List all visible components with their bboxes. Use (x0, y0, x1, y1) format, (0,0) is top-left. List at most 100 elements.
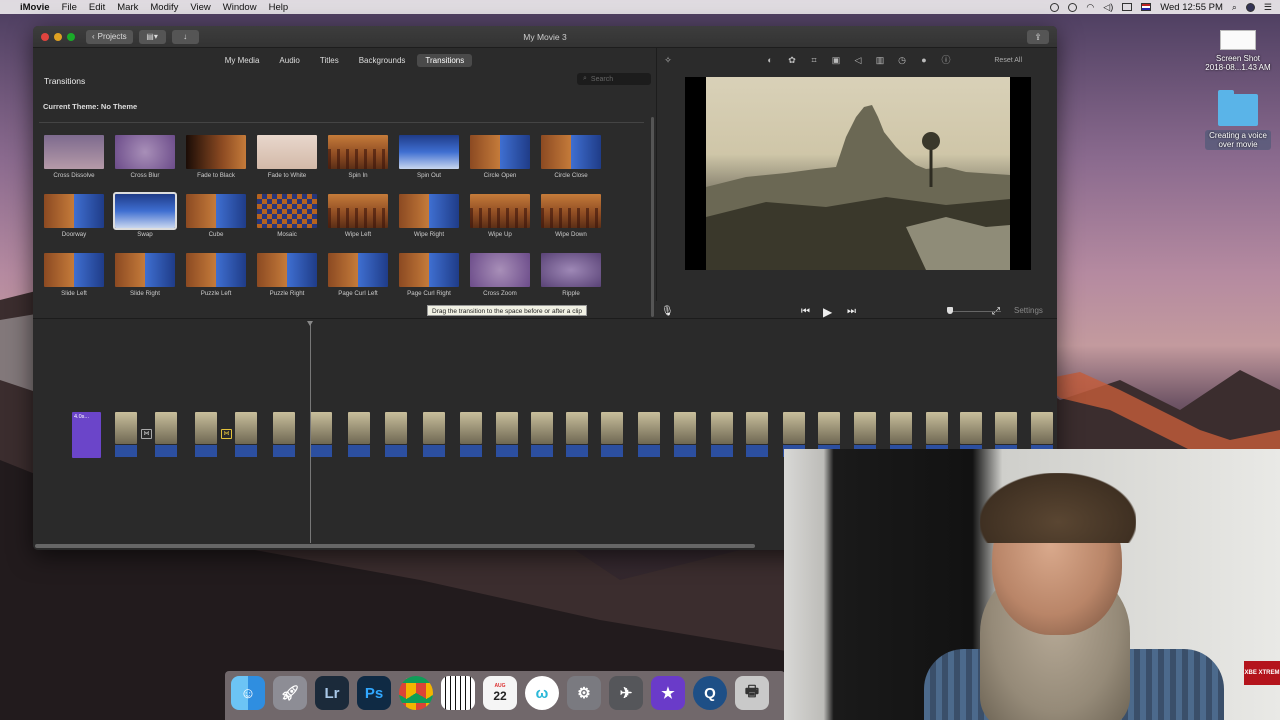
spotlight-icon[interactable]: ⌕ (1232, 2, 1237, 13)
video-clip[interactable] (348, 412, 370, 457)
transition-thumbnail[interactable] (44, 135, 104, 169)
video-clip[interactable] (460, 412, 482, 457)
timeline-zoom-knob[interactable] (947, 307, 953, 314)
transition-item[interactable]: Spin Out (398, 135, 460, 179)
desktop-screenshot-file[interactable]: Screen Shot 2018-08...1.43 AM (1198, 30, 1278, 72)
record-icon[interactable] (1050, 2, 1060, 12)
transition-thumbnail[interactable] (470, 253, 530, 287)
transition-thumbnail[interactable] (44, 194, 104, 228)
transition-marker-selected[interactable]: ⋈ (221, 429, 232, 439)
wunderlist-icon[interactable]: ω (525, 676, 559, 710)
video-clip[interactable] (601, 412, 623, 457)
skip-forward-icon[interactable]: ⏭︎ (847, 306, 856, 317)
video-clip[interactable] (235, 412, 257, 457)
tab-transitions[interactable]: Transitions (417, 54, 473, 67)
transition-item[interactable]: Cross Dissolve (43, 135, 105, 179)
timeline-zoom-track[interactable] (949, 311, 1001, 312)
video-clip[interactable] (995, 412, 1017, 457)
transition-thumbnail[interactable] (470, 135, 530, 169)
finder-icon[interactable]: ☺ (231, 676, 265, 710)
video-clip[interactable] (531, 412, 553, 457)
microphone-icon[interactable]: 🎙︎ (661, 306, 674, 317)
transition-thumbnail[interactable] (186, 194, 246, 228)
imovie-icon[interactable]: ★ (651, 676, 685, 710)
video-clip[interactable] (818, 412, 840, 457)
transition-item[interactable]: Puzzle Right (256, 253, 318, 297)
speed-icon[interactable]: ◷ (897, 55, 907, 65)
notification-center-icon[interactable]: ☰ (1264, 2, 1272, 13)
utility-icon[interactable]: ✈︎ (609, 676, 643, 710)
transition-item[interactable]: Slide Right (114, 253, 176, 297)
video-clip[interactable] (890, 412, 912, 457)
printer-icon[interactable]: 🖶︎ (735, 676, 769, 710)
transition-item[interactable]: Circle Open (469, 135, 531, 179)
play-icon[interactable]: ▶ (823, 305, 832, 319)
menubar-clock[interactable]: Wed 12:55 PM (1160, 2, 1223, 13)
menu-mark[interactable]: Mark (117, 2, 138, 13)
transition-thumbnail[interactable] (257, 253, 317, 287)
airplay-icon[interactable] (1122, 3, 1133, 11)
transition-item[interactable]: Fade to White (256, 135, 318, 179)
video-clip[interactable] (155, 412, 177, 457)
transition-item[interactable]: Page Curl Left (327, 253, 389, 297)
tab-titles[interactable]: Titles (312, 54, 347, 67)
transition-item[interactable]: Doorway (43, 194, 105, 238)
menu-modify[interactable]: Modify (150, 2, 178, 13)
transition-item[interactable]: Fade to Black (185, 135, 247, 179)
system-preferences-icon[interactable]: ⚙︎ (567, 676, 601, 710)
transition-thumbnail[interactable] (257, 135, 317, 169)
video-clip[interactable] (273, 412, 295, 457)
transition-thumbnail[interactable] (257, 194, 317, 228)
video-clip[interactable] (854, 412, 876, 457)
transition-thumbnail[interactable] (328, 253, 388, 287)
timeline-scrollbar[interactable] (35, 544, 755, 548)
info-icon[interactable]: ⓘ (941, 55, 951, 65)
color-balance-icon[interactable]: ◐ (765, 55, 775, 65)
browser-scrollbar[interactable] (651, 117, 654, 317)
wifi-icon[interactable]: ◠ (1086, 2, 1094, 13)
color-correction-icon[interactable]: ✿ (787, 55, 797, 65)
transition-item[interactable]: Mosaic (256, 194, 318, 238)
transition-thumbnail[interactable] (399, 194, 459, 228)
info-icon[interactable] (1068, 2, 1078, 12)
transition-thumbnail[interactable] (328, 194, 388, 228)
menu-view[interactable]: View (190, 2, 210, 13)
video-clip[interactable] (496, 412, 518, 457)
transition-item[interactable]: Page Curl Right (398, 253, 460, 297)
transition-thumbnail[interactable] (399, 253, 459, 287)
import-button[interactable]: ↓ (171, 29, 199, 44)
calendar-icon[interactable]: AUG 22 (483, 676, 517, 710)
share-button[interactable]: ⇪ (1027, 30, 1049, 44)
stabilization-icon[interactable]: ▣ (831, 55, 841, 65)
transition-thumbnail[interactable] (186, 253, 246, 287)
desktop-folder[interactable]: Creating a voice over movie (1198, 90, 1278, 150)
video-clip[interactable] (195, 412, 217, 457)
menu-file[interactable]: File (62, 2, 77, 13)
transition-item[interactable]: Cube (185, 194, 247, 238)
video-clip[interactable] (926, 412, 948, 457)
photoshop-icon[interactable]: Ps (357, 676, 391, 710)
close-window-button[interactable] (41, 32, 49, 41)
video-clip[interactable] (566, 412, 588, 457)
transition-item[interactable]: Swap (113, 192, 177, 238)
transition-item[interactable]: Slide Left (43, 253, 105, 297)
tab-audio[interactable]: Audio (271, 54, 307, 67)
zoom-window-button[interactable] (67, 32, 75, 41)
title-clip[interactable]: 4.0s... (72, 412, 101, 458)
video-clip[interactable] (960, 412, 982, 457)
video-clip[interactable] (638, 412, 660, 457)
transition-thumbnail[interactable] (328, 135, 388, 169)
search-field[interactable]: ⌕ Search (577, 73, 651, 85)
piano-icon[interactable] (441, 676, 475, 710)
transition-thumbnail[interactable] (541, 194, 601, 228)
transition-item[interactable]: Puzzle Left (185, 253, 247, 297)
volume-icon[interactable]: ◁ (853, 55, 863, 65)
skip-back-icon[interactable]: ⏮︎ (801, 306, 810, 317)
transition-thumbnail[interactable] (541, 135, 601, 169)
transition-thumbnail[interactable] (399, 135, 459, 169)
transition-item[interactable]: Cross Blur (114, 135, 176, 179)
transition-thumbnail[interactable] (115, 253, 175, 287)
quicktime-icon[interactable]: Q (693, 676, 727, 710)
video-clip[interactable] (115, 412, 137, 457)
video-clip[interactable] (423, 412, 445, 457)
